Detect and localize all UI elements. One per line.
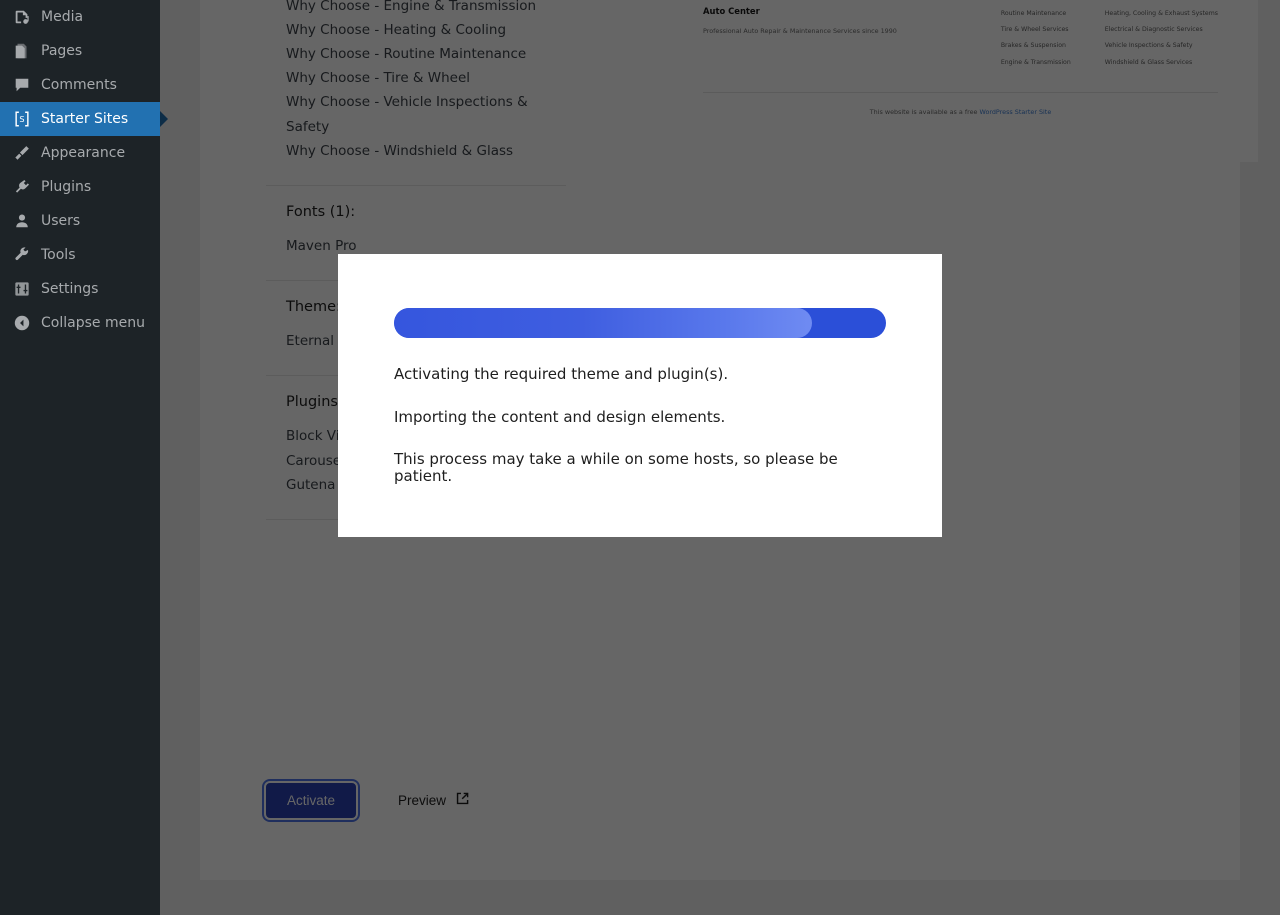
sidebar-item-media[interactable]: Media: [0, 0, 160, 34]
sidebar-item-label: Media: [41, 9, 84, 25]
appearance-brush-icon: [12, 143, 32, 163]
modal-message: Activating the required theme and plugin…: [394, 365, 729, 383]
sidebar-item-label: Comments: [41, 77, 117, 93]
progress-bar: [394, 308, 886, 338]
starter-sites-icon: S: [12, 109, 32, 129]
sidebar-item-plugins[interactable]: Plugins: [0, 170, 160, 204]
settings-sliders-icon: [12, 279, 32, 299]
tools-wrench-icon: [12, 245, 32, 265]
sidebar-item-label: Pages: [41, 43, 83, 59]
sidebar-item-collapse-menu[interactable]: Collapse menu: [0, 306, 160, 340]
sidebar-item-appearance[interactable]: Appearance: [0, 136, 160, 170]
pages-icon: [12, 41, 32, 61]
sidebar-item-label: Settings: [41, 281, 99, 297]
sidebar-item-label: Tools: [41, 247, 76, 263]
sidebar-item-tools[interactable]: Tools: [0, 238, 160, 272]
screen: Media Pages Comments S Starter Sites App…: [0, 0, 1280, 915]
sidebar-item-users[interactable]: Users: [0, 204, 160, 238]
svg-text:S: S: [19, 114, 24, 124]
sidebar-item-pages[interactable]: Pages: [0, 34, 160, 68]
sidebar-item-label: Appearance: [41, 145, 126, 161]
admin-sidebar: Media Pages Comments S Starter Sites App…: [0, 0, 168, 915]
sidebar-item-starter-sites[interactable]: S Starter Sites: [0, 102, 168, 136]
sidebar-item-label: Plugins: [41, 179, 92, 195]
sidebar-item-label: Users: [41, 213, 81, 229]
progress-bar-fill: [394, 308, 813, 338]
import-progress-modal: Activating the required theme and plugin…: [338, 254, 942, 537]
comments-icon: [12, 75, 32, 95]
media-icon: [12, 7, 32, 27]
sidebar-item-comments[interactable]: Comments: [0, 68, 160, 102]
sidebar-item-label: Starter Sites: [41, 111, 129, 127]
collapse-arrow-icon: [12, 313, 32, 333]
sidebar-item-settings[interactable]: Settings: [0, 272, 160, 306]
modal-message: Importing the content and design element…: [394, 407, 726, 426]
sidebar-item-label: Collapse menu: [41, 315, 145, 331]
modal-message: This process may take a while on some ho…: [394, 450, 838, 485]
users-icon: [12, 211, 32, 231]
plugins-plug-icon: [12, 177, 32, 197]
